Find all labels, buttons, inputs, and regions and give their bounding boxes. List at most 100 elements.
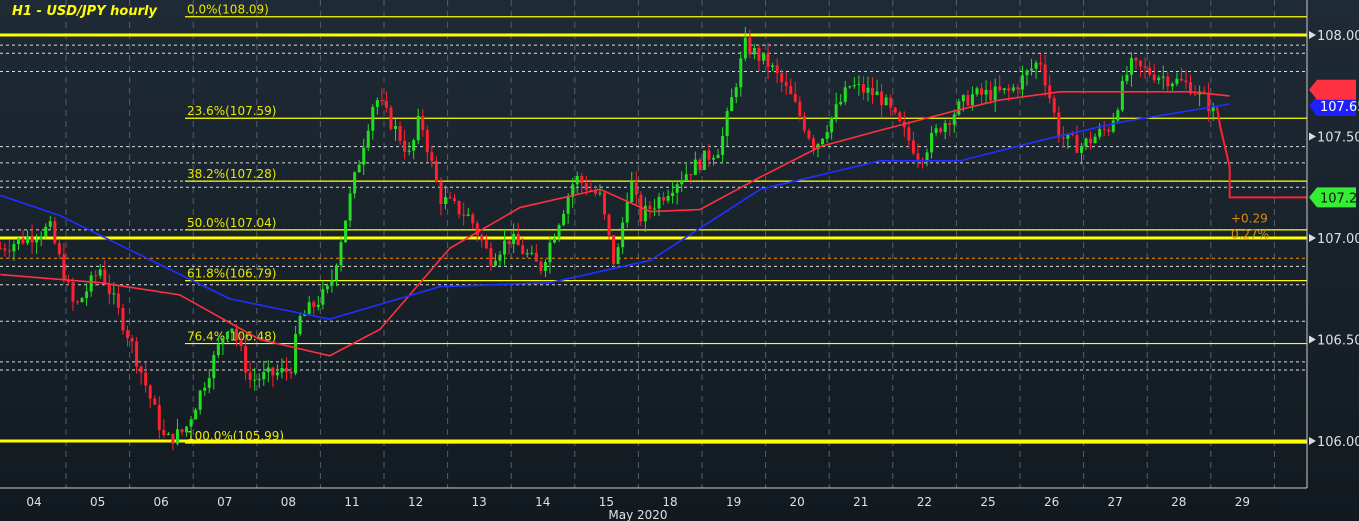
candle-body xyxy=(739,58,743,88)
candle-body xyxy=(766,52,770,67)
change-pct: 0.27% xyxy=(1231,227,1269,241)
chart: 0.0%(108.09) 23.6%(107.59) 38.2%(107.28) 50… xyxy=(0,0,1359,521)
candle-body xyxy=(771,65,775,67)
candle-body xyxy=(875,91,879,96)
candle-body xyxy=(734,87,738,98)
candle-body xyxy=(85,291,89,299)
candle-body xyxy=(802,116,806,131)
candle-body xyxy=(171,433,175,444)
candle-body xyxy=(852,85,856,87)
candle-body xyxy=(721,135,725,155)
candle-body xyxy=(516,233,520,246)
candle-body xyxy=(221,338,225,345)
candle-body xyxy=(398,126,402,141)
candle-body xyxy=(1111,120,1115,132)
candle-body xyxy=(98,269,102,276)
candle-body xyxy=(162,430,166,435)
candle-body xyxy=(462,214,466,216)
candle-body xyxy=(1148,67,1152,75)
candle-body xyxy=(1089,138,1093,144)
candle-body xyxy=(380,100,384,102)
candle-body xyxy=(698,159,702,170)
y-tick-label: 106.50 xyxy=(1317,334,1359,349)
candle-body xyxy=(707,150,711,160)
chart-svg: 0.0%(108.09) 23.6%(107.59) 38.2%(107.28) 50… xyxy=(0,0,1359,521)
candle-body xyxy=(761,52,765,61)
y-tick-label: 108.00 xyxy=(1317,29,1359,44)
candle-body xyxy=(144,372,148,386)
candle-body xyxy=(1025,70,1029,76)
candle-body xyxy=(1016,87,1020,90)
candle-body xyxy=(1061,137,1065,139)
candle-body xyxy=(562,213,566,226)
candle-body xyxy=(1075,135,1079,153)
candle-body xyxy=(798,101,802,117)
candle-body xyxy=(1093,136,1097,144)
fib-label: 61.8%(106.79) xyxy=(187,267,276,281)
y-tick-arrow xyxy=(1309,234,1316,242)
x-tick-label: 07 xyxy=(217,495,232,509)
candle-body xyxy=(148,385,152,399)
candle-body xyxy=(403,140,407,152)
y-tick-arrow xyxy=(1309,335,1316,344)
moving-average-line xyxy=(0,91,1230,357)
candle-body xyxy=(689,174,693,176)
candle-body xyxy=(684,174,688,181)
candle-body xyxy=(566,197,570,214)
candle-body xyxy=(939,128,943,133)
candle-body xyxy=(1039,62,1043,65)
candle-body xyxy=(657,197,661,209)
candle-body xyxy=(1034,62,1038,69)
fib-label: 38.2%(107.28) xyxy=(187,167,276,181)
candle-body xyxy=(934,128,938,133)
candle-body xyxy=(434,160,438,182)
candle-body xyxy=(539,261,543,271)
candle-body xyxy=(503,240,507,255)
candle-body xyxy=(1116,110,1120,121)
candle-body xyxy=(1048,85,1052,99)
candle-body xyxy=(216,344,220,356)
candle-body xyxy=(843,87,847,102)
candle-body xyxy=(480,235,484,241)
candle-body xyxy=(957,101,961,115)
candle-body xyxy=(443,197,447,205)
candle-body xyxy=(498,254,502,261)
candle-body xyxy=(1020,75,1024,90)
candle-body xyxy=(371,106,375,131)
candle-body xyxy=(1011,87,1015,91)
candle-body xyxy=(21,238,25,244)
candle-body xyxy=(848,86,852,88)
candle-body xyxy=(353,172,357,194)
candle-body xyxy=(602,192,606,215)
candle-body xyxy=(448,197,452,199)
candle-body xyxy=(943,123,947,133)
candle-body xyxy=(457,200,461,215)
candle-body xyxy=(834,104,838,118)
x-axis-title: May 2020 xyxy=(608,508,667,521)
candle-body xyxy=(471,214,475,224)
candle-body xyxy=(530,252,534,254)
candle-body xyxy=(1157,77,1161,81)
candle-body xyxy=(493,260,497,266)
x-tick-label: 14 xyxy=(535,495,550,509)
y-tick-arrow xyxy=(1309,437,1316,445)
candle-body xyxy=(575,175,579,185)
candle-body xyxy=(884,97,888,106)
candle-body xyxy=(1125,74,1129,81)
x-tick-label: 06 xyxy=(154,495,169,509)
candle-body xyxy=(1102,129,1106,131)
candle-body xyxy=(175,429,179,444)
candle-body xyxy=(7,250,11,252)
candle-body xyxy=(316,304,320,307)
candle-body xyxy=(71,282,75,302)
candle-body xyxy=(112,293,116,295)
candle-body xyxy=(207,378,211,388)
x-tick-label: 05 xyxy=(90,495,105,509)
candle-body xyxy=(344,220,348,243)
x-tick-label: 19 xyxy=(726,495,741,509)
candle-body xyxy=(825,132,829,139)
candle-body xyxy=(1052,98,1056,113)
candle-body xyxy=(521,245,525,255)
candle-body xyxy=(230,328,234,333)
candle-body xyxy=(334,265,338,281)
